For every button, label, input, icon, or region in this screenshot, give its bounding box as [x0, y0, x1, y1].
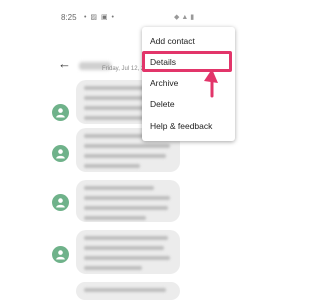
contact-avatar-icon	[52, 246, 69, 263]
conversation-date: Friday, Jul 12, 2	[102, 66, 145, 72]
menu-item-add-contact[interactable]: Add contact	[142, 31, 235, 51]
contact-avatar-icon	[52, 104, 69, 121]
message-bubble[interactable]	[76, 230, 180, 274]
pointer-arrow-icon	[204, 69, 218, 98]
message-bubble[interactable]	[76, 282, 180, 300]
status-time: 8:25	[61, 13, 77, 22]
menu-item-help-feedback[interactable]: Help & feedback	[142, 116, 235, 136]
status-bar: 8:25 • ▨ ▣ • ◆ ▲ ▮	[0, 0, 257, 28]
back-arrow-icon[interactable]: ←	[58, 57, 71, 70]
message-bubble[interactable]	[76, 180, 180, 222]
system-status-icons: ◆ ▲ ▮	[174, 14, 195, 21]
contact-avatar-icon	[52, 194, 69, 211]
contact-avatar-icon	[52, 145, 69, 162]
notification-icons: • ▨ ▣ •	[84, 14, 115, 21]
